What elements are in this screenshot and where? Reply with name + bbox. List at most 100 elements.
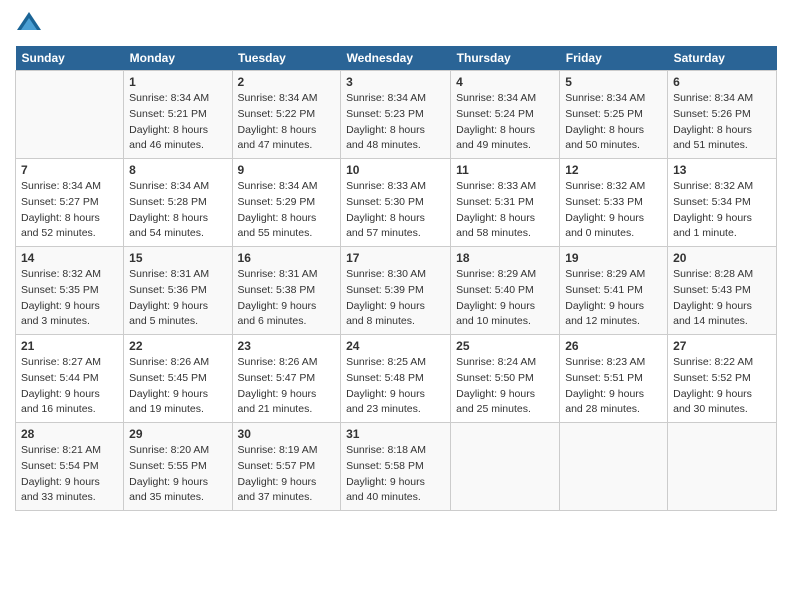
page: SundayMondayTuesdayWednesdayThursdayFrid… [0,0,792,612]
weekday-header: Saturday [668,46,777,71]
day-number: 29 [129,427,226,441]
day-info: Sunrise: 8:29 AMSunset: 5:40 PMDaylight:… [456,267,554,330]
day-number: 28 [21,427,118,441]
day-number: 18 [456,251,554,265]
day-number: 11 [456,163,554,177]
calendar-table: SundayMondayTuesdayWednesdayThursdayFrid… [15,46,777,511]
header [15,10,777,38]
calendar-cell: 20 Sunrise: 8:28 AMSunset: 5:43 PMDayligh… [668,247,777,335]
calendar-cell [16,71,124,159]
weekday-header: Wednesday [341,46,451,71]
calendar-week-row: 14 Sunrise: 8:32 AMSunset: 5:35 PMDayligh… [16,247,777,335]
day-info: Sunrise: 8:23 AMSunset: 5:51 PMDaylight:… [565,355,662,418]
day-info: Sunrise: 8:26 AMSunset: 5:47 PMDaylight:… [238,355,336,418]
day-number: 15 [129,251,226,265]
weekday-header: Tuesday [232,46,341,71]
weekday-header: Sunday [16,46,124,71]
day-info: Sunrise: 8:32 AMSunset: 5:33 PMDaylight:… [565,179,662,242]
day-number: 24 [346,339,445,353]
logo-icon [15,10,43,38]
day-number: 26 [565,339,662,353]
calendar-week-row: 7Sunrise: 8:34 AMSunset: 5:27 PMDaylight… [16,159,777,247]
day-info: Sunrise: 8:25 AMSunset: 5:48 PMDaylight:… [346,355,445,418]
calendar-cell: 28 Sunrise: 8:21 AMSunset: 5:54 PMDayligh… [16,423,124,511]
calendar-cell: 4Sunrise: 8:34 AMSunset: 5:24 PMDaylight… [451,71,560,159]
day-info: Sunrise: 8:33 AMSunset: 5:31 PMDaylight:… [456,179,554,242]
day-info: Sunrise: 8:22 AMSunset: 5:52 PMDaylight:… [673,355,771,418]
day-number: 21 [21,339,118,353]
calendar-cell: 25 Sunrise: 8:24 AMSunset: 5:50 PMDayligh… [451,335,560,423]
day-number: 5 [565,75,662,89]
day-info: Sunrise: 8:31 AMSunset: 5:36 PMDaylight:… [129,267,226,330]
day-info: Sunrise: 8:34 AMSunset: 5:21 PMDaylight:… [129,91,226,154]
calendar-cell: 7Sunrise: 8:34 AMSunset: 5:27 PMDaylight… [16,159,124,247]
day-info: Sunrise: 8:34 AMSunset: 5:29 PMDaylight:… [238,179,336,242]
day-number: 25 [456,339,554,353]
calendar-cell: 11 Sunrise: 8:33 AMSunset: 5:31 PMDayligh… [451,159,560,247]
calendar-cell: 12 Sunrise: 8:32 AMSunset: 5:33 PMDayligh… [560,159,668,247]
calendar-cell: 3Sunrise: 8:34 AMSunset: 5:23 PMDaylight… [341,71,451,159]
calendar-cell: 9 Sunrise: 8:34 AMSunset: 5:29 PMDaylight… [232,159,341,247]
day-number: 9 [238,163,336,177]
calendar-cell: 16 Sunrise: 8:31 AMSunset: 5:38 PMDayligh… [232,247,341,335]
day-number: 4 [456,75,554,89]
day-number: 19 [565,251,662,265]
day-number: 14 [21,251,118,265]
day-number: 12 [565,163,662,177]
calendar-cell: 27Sunrise: 8:22 AMSunset: 5:52 PMDayligh… [668,335,777,423]
day-number: 23 [238,339,336,353]
day-number: 17 [346,251,445,265]
day-info: Sunrise: 8:33 AMSunset: 5:30 PMDaylight:… [346,179,445,242]
day-number: 3 [346,75,445,89]
day-number: 20 [673,251,771,265]
day-number: 22 [129,339,226,353]
calendar-cell: 5 Sunrise: 8:34 AMSunset: 5:25 PMDaylight… [560,71,668,159]
calendar-cell: 2 Sunrise: 8:34 AMSunset: 5:22 PMDaylight… [232,71,341,159]
calendar-week-row: 1Sunrise: 8:34 AMSunset: 5:21 PMDaylight… [16,71,777,159]
calendar-week-row: 21 Sunrise: 8:27 AMSunset: 5:44 PMDayligh… [16,335,777,423]
logo [15,10,47,38]
calendar-cell [451,423,560,511]
calendar-cell: 8Sunrise: 8:34 AMSunset: 5:28 PMDaylight… [124,159,232,247]
day-info: Sunrise: 8:34 AMSunset: 5:25 PMDaylight:… [565,91,662,154]
calendar-cell: 23 Sunrise: 8:26 AMSunset: 5:47 PMDayligh… [232,335,341,423]
day-info: Sunrise: 8:34 AMSunset: 5:22 PMDaylight:… [238,91,336,154]
calendar-week-row: 28 Sunrise: 8:21 AMSunset: 5:54 PMDayligh… [16,423,777,511]
calendar-cell: 24 Sunrise: 8:25 AMSunset: 5:48 PMDayligh… [341,335,451,423]
day-info: Sunrise: 8:18 AMSunset: 5:58 PMDaylight:… [346,443,445,506]
calendar-cell: 1Sunrise: 8:34 AMSunset: 5:21 PMDaylight… [124,71,232,159]
calendar-cell: 21 Sunrise: 8:27 AMSunset: 5:44 PMDayligh… [16,335,124,423]
day-info: Sunrise: 8:29 AMSunset: 5:41 PMDaylight:… [565,267,662,330]
day-info: Sunrise: 8:20 AMSunset: 5:55 PMDaylight:… [129,443,226,506]
calendar-cell [560,423,668,511]
calendar-cell: 30Sunrise: 8:19 AMSunset: 5:57 PMDayligh… [232,423,341,511]
day-number: 2 [238,75,336,89]
weekday-header: Thursday [451,46,560,71]
day-number: 7 [21,163,118,177]
day-info: Sunrise: 8:19 AMSunset: 5:57 PMDaylight:… [238,443,336,506]
weekday-header: Friday [560,46,668,71]
calendar-cell: 22 Sunrise: 8:26 AMSunset: 5:45 PMDayligh… [124,335,232,423]
day-number: 13 [673,163,771,177]
calendar-cell: 10Sunrise: 8:33 AMSunset: 5:30 PMDayligh… [341,159,451,247]
calendar-cell: 18 Sunrise: 8:29 AMSunset: 5:40 PMDayligh… [451,247,560,335]
day-info: Sunrise: 8:21 AMSunset: 5:54 PMDaylight:… [21,443,118,506]
day-number: 16 [238,251,336,265]
calendar-cell: 13Sunrise: 8:32 AMSunset: 5:34 PMDayligh… [668,159,777,247]
day-info: Sunrise: 8:31 AMSunset: 5:38 PMDaylight:… [238,267,336,330]
day-number: 6 [673,75,771,89]
weekday-header-row: SundayMondayTuesdayWednesdayThursdayFrid… [16,46,777,71]
calendar-cell: 14 Sunrise: 8:32 AMSunset: 5:35 PMDayligh… [16,247,124,335]
calendar-cell: 17Sunrise: 8:30 AMSunset: 5:39 PMDayligh… [341,247,451,335]
weekday-header: Monday [124,46,232,71]
day-info: Sunrise: 8:34 AMSunset: 5:26 PMDaylight:… [673,91,771,154]
day-number: 8 [129,163,226,177]
day-info: Sunrise: 8:27 AMSunset: 5:44 PMDaylight:… [21,355,118,418]
calendar-cell [668,423,777,511]
day-info: Sunrise: 8:32 AMSunset: 5:35 PMDaylight:… [21,267,118,330]
day-info: Sunrise: 8:26 AMSunset: 5:45 PMDaylight:… [129,355,226,418]
day-info: Sunrise: 8:24 AMSunset: 5:50 PMDaylight:… [456,355,554,418]
day-number: 31 [346,427,445,441]
calendar-cell: 29 Sunrise: 8:20 AMSunset: 5:55 PMDayligh… [124,423,232,511]
day-info: Sunrise: 8:28 AMSunset: 5:43 PMDaylight:… [673,267,771,330]
